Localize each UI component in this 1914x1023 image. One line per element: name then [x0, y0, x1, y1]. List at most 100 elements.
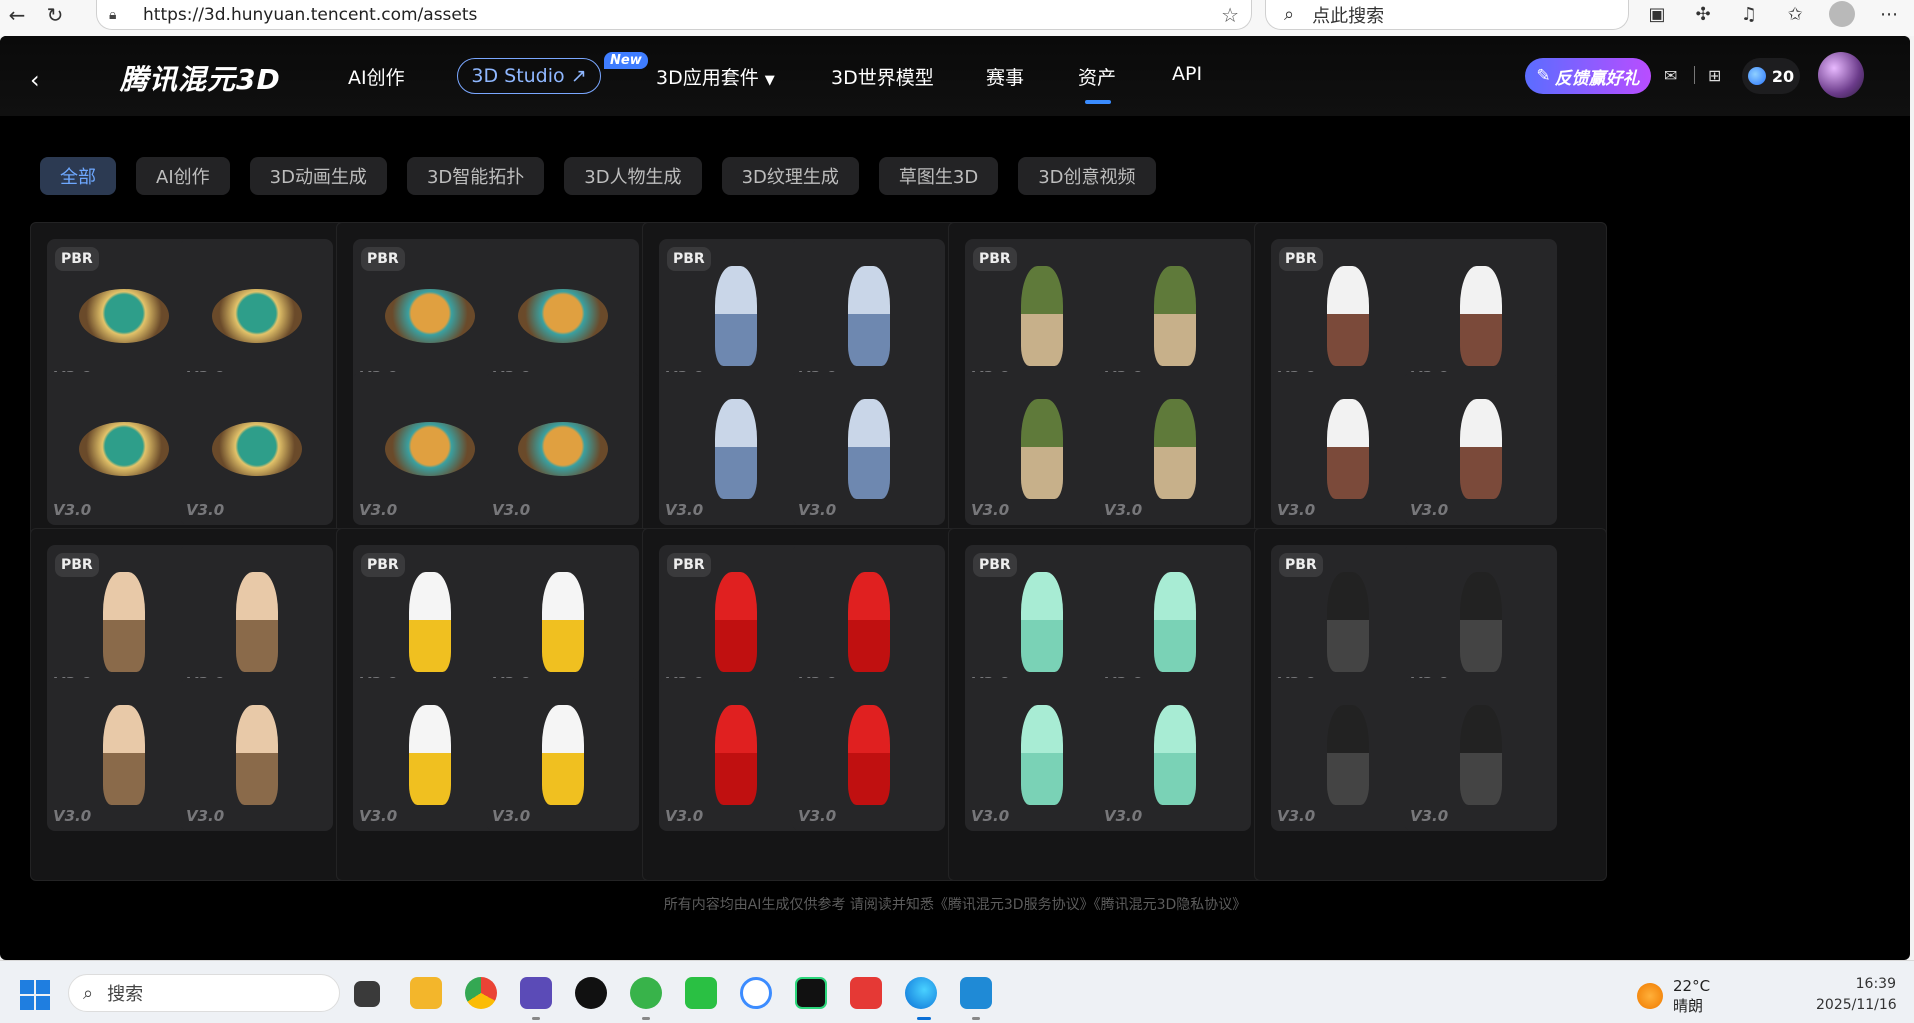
filter-ai-create[interactable]: AI创作	[136, 157, 230, 195]
asset-card[interactable]: PBRV3.0V3.0V3.0V3.0	[30, 222, 383, 575]
nav-3d-suite[interactable]: 3D应用套件 ▼	[656, 63, 775, 90]
asset-thumbnail[interactable]: V3.0	[180, 545, 333, 698]
asset-card[interactable]: PBRV3.0V3.0V3.0V3.0	[30, 528, 383, 881]
pycharm-icon[interactable]	[795, 977, 827, 1009]
asset-card[interactable]: PBRV3.0V3.0V3.0V3.0	[642, 222, 995, 575]
address-bar[interactable]: 🔒︎ https://3d.hunyuan.tencent.com/assets…	[96, 0, 1252, 30]
asset-thumbnail[interactable]: V3.0	[659, 678, 812, 831]
vscode-icon[interactable]	[960, 977, 992, 1009]
nav-assets[interactable]: 资产	[1078, 63, 1116, 90]
asset-thumbnail[interactable]: V3.0	[1098, 678, 1251, 831]
credits-badge[interactable]: 20	[1742, 58, 1800, 94]
asset-thumbnail[interactable]: PBRV3.0	[47, 239, 200, 392]
wechat-icon[interactable]	[685, 977, 717, 1009]
asset-card[interactable]: PBRV3.0V3.0V3.0V3.0	[336, 222, 689, 575]
filter-sketch-to-3d[interactable]: 草图生3D	[878, 157, 999, 195]
extension-app-icon[interactable]: ▣	[1645, 4, 1669, 25]
profile-icon[interactable]	[1829, 1, 1855, 27]
asset-thumbnail[interactable]: V3.0	[180, 678, 333, 831]
asset-thumbnail[interactable]: PBRV3.0	[1271, 239, 1424, 392]
asset-thumbnail[interactable]: PBRV3.0	[965, 545, 1118, 698]
browser-search-box[interactable]: ⌕ 点此搜索	[1265, 0, 1629, 30]
asset-thumbnail[interactable]: V3.0	[965, 372, 1118, 525]
asset-thumbnail[interactable]: PBRV3.0	[47, 545, 200, 698]
asset-thumbnail[interactable]: V3.0	[47, 372, 200, 525]
nav-3d-world[interactable]: 3D世界模型	[831, 63, 934, 90]
filter-3d-video[interactable]: 3D创意视频	[1018, 157, 1156, 195]
favorites-icon[interactable]: ✩	[1783, 4, 1807, 25]
more-menu-icon[interactable]: ⋯	[1877, 4, 1901, 25]
asset-thumbnail[interactable]: V3.0	[1271, 372, 1424, 525]
task-view-icon[interactable]	[354, 981, 380, 1007]
baidu-netdisk-icon[interactable]	[740, 977, 772, 1009]
gift-icon[interactable]: ⊞	[1708, 66, 1721, 85]
asset-thumbnail[interactable]: PBRV3.0	[965, 239, 1118, 392]
avatar[interactable]	[1818, 52, 1864, 98]
filter-3d-texture[interactable]: 3D纹理生成	[721, 157, 859, 195]
feedback-button[interactable]: ✎ 反馈赢好礼	[1525, 58, 1651, 94]
asset-thumbnail[interactable]: V3.0	[792, 545, 945, 698]
pbr-badge: PBR	[361, 553, 405, 577]
asset-thumbnail[interactable]: V3.0	[1098, 239, 1251, 392]
edge-icon[interactable]	[905, 977, 937, 1009]
asset-thumbnail[interactable]: V3.0	[659, 372, 812, 525]
nav-ai-create[interactable]: AI创作	[348, 63, 405, 90]
chevron-left-icon[interactable]: ‹	[30, 66, 40, 94]
taskbar-search[interactable]: ⌕ 搜索	[68, 974, 340, 1012]
asset-thumbnail[interactable]: PBRV3.0	[353, 545, 506, 698]
qq-icon[interactable]	[575, 977, 607, 1009]
asset-card[interactable]: PBRV3.0V3.0V3.0V3.0	[948, 528, 1301, 881]
weather-widget[interactable]: 22°C 晴朗	[1637, 976, 1710, 1016]
asset-thumbnail[interactable]: V3.0	[486, 678, 639, 831]
wps-icon[interactable]	[850, 977, 882, 1009]
asset-thumbnail[interactable]: V3.0	[1271, 678, 1424, 831]
asset-thumbnail[interactable]: V3.0	[1098, 372, 1251, 525]
asset-card[interactable]: PBRV3.0V3.0V3.0V3.0	[642, 528, 995, 881]
asset-thumbnail[interactable]: V3.0	[486, 239, 639, 392]
asset-thumbnail[interactable]: PBRV3.0	[1271, 545, 1424, 698]
asset-thumbnail[interactable]: PBRV3.0	[659, 239, 812, 392]
asset-thumbnail[interactable]: PBRV3.0	[353, 239, 506, 392]
asset-thumbnail[interactable]: V3.0	[965, 678, 1118, 831]
cat-app-icon[interactable]	[520, 977, 552, 1009]
asset-card[interactable]: PBRV3.0V3.0V3.0V3.0	[1254, 222, 1607, 575]
asset-thumbnail[interactable]: V3.0	[486, 545, 639, 698]
read-aloud-icon[interactable]: ♫	[1737, 4, 1761, 25]
puzzle-icon[interactable]: ✣	[1691, 4, 1715, 25]
mail-icon[interactable]: ✉	[1664, 66, 1677, 85]
asset-thumbnail[interactable]: V3.0	[1404, 678, 1557, 831]
asset-card[interactable]: PBRV3.0V3.0V3.0V3.0	[336, 528, 689, 881]
clock[interactable]: 16:39 2025/11/16	[1816, 974, 1897, 1016]
browser-e-icon[interactable]	[630, 977, 662, 1009]
back-arrow-icon[interactable]: ←	[2, 0, 32, 30]
favorite-star-icon[interactable]: ☆	[1221, 3, 1239, 27]
logo[interactable]: 腾讯混元3D	[120, 58, 281, 98]
filter-3d-character[interactable]: 3D人物生成	[564, 157, 702, 195]
asset-card[interactable]: PBRV3.0V3.0V3.0V3.0	[948, 222, 1301, 575]
asset-thumbnail[interactable]: V3.0	[792, 372, 945, 525]
filter-all[interactable]: 全部	[40, 157, 116, 195]
asset-thumbnail[interactable]: V3.0	[1404, 545, 1557, 698]
asset-thumbnail[interactable]: V3.0	[1098, 545, 1251, 698]
nav-3d-studio[interactable]: 3D Studio ↗	[457, 58, 601, 94]
refresh-icon[interactable]: ↻	[40, 0, 70, 30]
filter-3d-animation[interactable]: 3D动画生成	[249, 157, 387, 195]
file-explorer-icon[interactable]	[410, 977, 442, 1009]
asset-thumbnail[interactable]: V3.0	[1404, 372, 1557, 525]
asset-thumbnail[interactable]: V3.0	[353, 372, 506, 525]
asset-thumbnail[interactable]: V3.0	[47, 678, 200, 831]
asset-thumbnail[interactable]: V3.0	[180, 239, 333, 392]
nav-events[interactable]: 赛事	[986, 63, 1024, 90]
filter-3d-topology[interactable]: 3D智能拓扑	[406, 157, 545, 195]
asset-card[interactable]: PBRV3.0V3.0V3.0V3.0	[1254, 528, 1607, 881]
asset-thumbnail[interactable]: V3.0	[792, 678, 945, 831]
asset-thumbnail[interactable]: V3.0	[353, 678, 506, 831]
windows-start-icon[interactable]	[20, 980, 50, 1010]
chrome-icon[interactable]	[465, 977, 497, 1009]
asset-thumbnail[interactable]: V3.0	[1404, 239, 1557, 392]
nav-api[interactable]: API	[1172, 63, 1202, 85]
asset-thumbnail[interactable]: PBRV3.0	[659, 545, 812, 698]
asset-thumbnail[interactable]: V3.0	[180, 372, 333, 525]
asset-thumbnail[interactable]: V3.0	[486, 372, 639, 525]
asset-thumbnail[interactable]: V3.0	[792, 239, 945, 392]
